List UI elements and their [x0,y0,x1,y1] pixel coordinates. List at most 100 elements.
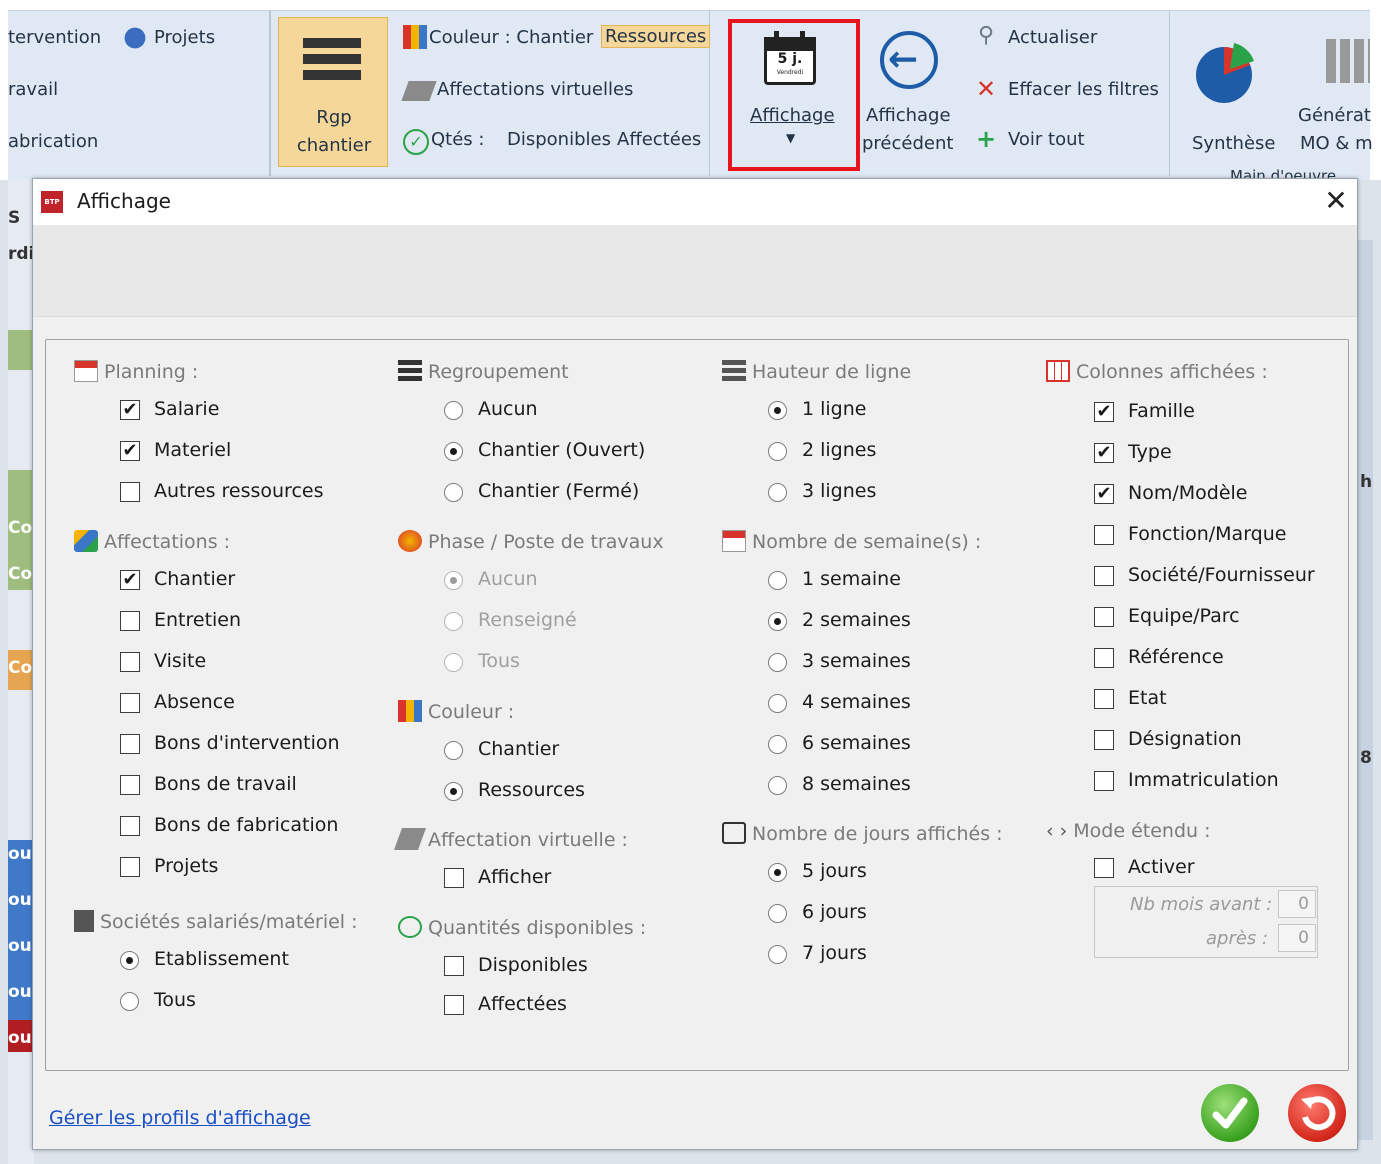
semaines-option[interactable]: 4 semaines [802,691,911,713]
voir-tout-button[interactable]: Voir tout [1008,129,1085,150]
couleur-ressources-option[interactable]: Ressources [601,25,711,48]
jours-radio[interactable] [768,863,787,882]
societes-option[interactable]: Etablissement [154,948,289,970]
cancel-button[interactable] [1288,1084,1346,1142]
planning-checkbox[interactable] [120,482,140,502]
semaines-option[interactable]: 6 semaines [802,732,911,754]
generation-label-2[interactable]: MO & m [1300,133,1373,154]
regroupement-radio[interactable] [444,442,463,461]
colonnes-option[interactable]: Famille [1128,400,1195,422]
couleur-chantier-option[interactable]: Couleur : Chantier [429,27,593,48]
qtes-affectees-toggle[interactable]: Affectées [617,129,701,150]
hauteur-radio[interactable] [768,442,787,461]
societes-radio[interactable] [120,951,139,970]
affectations-option[interactable]: Visite [154,650,206,672]
back-arrow-icon[interactable]: ← [880,31,938,89]
planning-option[interactable]: Materiel [154,439,231,461]
jours-option[interactable]: 6 jours [802,901,867,923]
colonnes-checkbox[interactable] [1094,566,1114,586]
quantites-disponibles-option[interactable]: Disponibles [478,954,588,976]
affectations-checkbox[interactable] [120,775,140,795]
hauteur-radio[interactable] [768,401,787,420]
colonnes-checkbox[interactable] [1094,689,1114,709]
affectations-option[interactable]: Chantier [154,568,235,590]
ribbon-bons-fabrication[interactable]: abrication [8,131,98,152]
colonnes-checkbox[interactable] [1094,525,1114,545]
couleur-option[interactable]: Ressources [478,779,585,801]
affectations-checkbox[interactable] [120,693,140,713]
semaines-option[interactable]: 3 semaines [802,650,911,672]
colonnes-option[interactable]: Nom/Modèle [1128,482,1247,504]
couleur-radio[interactable] [444,741,463,760]
effacer-filtres-button[interactable]: Effacer les filtres [1008,79,1159,100]
couleur-option[interactable]: Chantier [478,738,559,760]
affectations-checkbox[interactable] [120,734,140,754]
affectations-virtuelles-button[interactable]: Affectations virtuelles [437,79,633,100]
semaines-radio[interactable] [768,694,787,713]
hauteur-option[interactable]: 1 ligne [802,398,866,420]
synthese-button[interactable]: Synthèse [1192,133,1275,154]
colonnes-checkbox[interactable] [1094,771,1114,791]
semaines-option[interactable]: 2 semaines [802,609,911,631]
colonnes-checkbox[interactable]: ✔ [1094,443,1114,463]
couleur-radio[interactable] [444,782,463,801]
affectations-checkbox[interactable] [120,652,140,672]
affectation-virtuelle-checkbox[interactable] [444,868,464,888]
planning-checkbox[interactable]: ✔ [120,441,140,461]
ribbon-bons-travail[interactable]: ravail [8,79,58,100]
affectations-checkbox[interactable] [120,816,140,836]
colonnes-checkbox[interactable] [1094,648,1114,668]
affectations-option[interactable]: Bons de fabrication [154,814,338,836]
regroupement-radio[interactable] [444,401,463,420]
colonnes-option[interactable]: Equipe/Parc [1128,605,1240,627]
jours-option[interactable]: 5 jours [802,860,867,882]
ribbon-projets[interactable]: Projets [154,27,215,48]
regroupement-option[interactable]: Chantier (Ouvert) [478,439,645,461]
ribbon-bons-intervention[interactable]: tervention [8,27,101,48]
affichage-precedent-label-2[interactable]: précédent [862,133,953,154]
planning-option[interactable]: Autres ressources [154,480,324,502]
hauteur-radio[interactable] [768,483,787,502]
colonnes-option[interactable]: Type [1128,441,1172,463]
affectations-checkbox[interactable]: ✔ [120,570,140,590]
semaines-option[interactable]: 8 semaines [802,773,911,795]
affectations-option[interactable]: Absence [154,691,235,713]
colonnes-checkbox[interactable]: ✔ [1094,484,1114,504]
regroupement-option[interactable]: Aucun [478,398,538,420]
colonnes-option[interactable]: Immatriculation [1128,769,1279,791]
affectations-option[interactable]: Entretien [154,609,241,631]
regroupement-radio[interactable] [444,483,463,502]
affectations-option[interactable]: Bons de travail [154,773,297,795]
affectations-checkbox[interactable] [120,611,140,631]
colonnes-option[interactable]: Etat [1128,687,1167,709]
affichage-precedent-label-1[interactable]: Affichage [866,105,951,126]
societes-option[interactable]: Tous [154,989,196,1011]
mode-etendu-option[interactable]: Activer [1128,856,1195,878]
quantites-disponibles-checkbox[interactable] [444,956,464,976]
semaines-radio[interactable] [768,653,787,672]
colonnes-option[interactable]: Référence [1128,646,1224,668]
semaines-radio[interactable] [768,735,787,754]
affectation-virtuelle-option[interactable]: Afficher [478,866,551,888]
manage-profiles-link[interactable]: Gérer les profils d'affichage [49,1107,311,1129]
colonnes-checkbox[interactable]: ✔ [1094,402,1114,422]
societes-radio[interactable] [120,992,139,1011]
actualiser-button[interactable]: Actualiser [1008,27,1097,48]
generation-label-1[interactable]: Générat [1298,105,1371,126]
regroupement-option[interactable]: Chantier (Fermé) [478,480,639,502]
close-icon[interactable]: ✕ [1319,183,1353,219]
quantites-disponibles-checkbox[interactable] [444,995,464,1015]
colonnes-option[interactable]: Fonction/Marque [1128,523,1286,545]
semaines-option[interactable]: 1 semaine [802,568,901,590]
semaines-radio[interactable] [768,776,787,795]
affectations-option[interactable]: Projets [154,855,218,877]
colonnes-checkbox[interactable] [1094,730,1114,750]
semaines-radio[interactable] [768,571,787,590]
affectations-checkbox[interactable] [120,857,140,877]
planning-checkbox[interactable]: ✔ [120,400,140,420]
colonnes-option[interactable]: Désignation [1128,728,1242,750]
qtes-disponibles-toggle[interactable]: Disponibles [507,129,611,150]
hauteur-option[interactable]: 2 lignes [802,439,876,461]
colonnes-option[interactable]: Société/Fournisseur [1128,564,1315,586]
ok-button[interactable] [1201,1084,1259,1142]
